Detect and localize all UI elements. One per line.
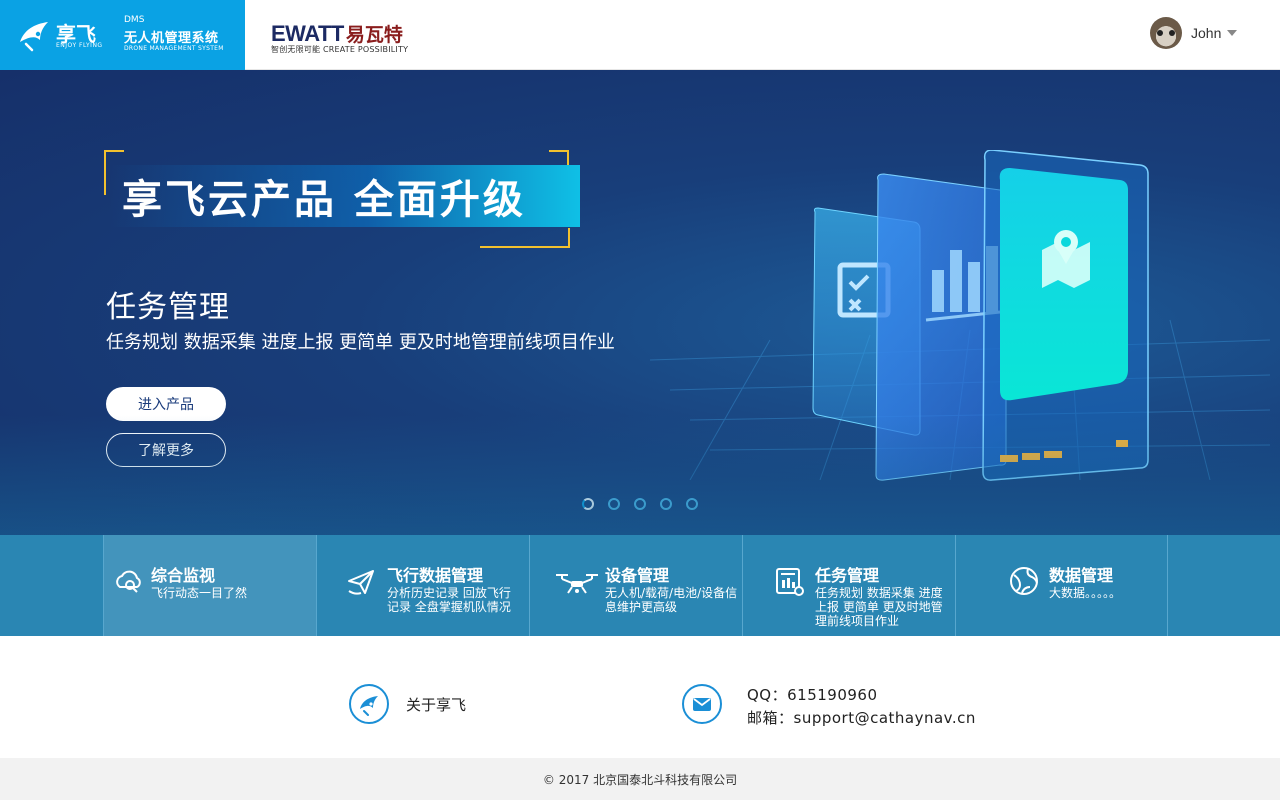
hero-title-text: 享飞云产品 全面升级 [122, 177, 526, 223]
hero-description: 任务规划 数据采集 进度上报 更简单 更及时地管理前线项目作业 [106, 332, 615, 353]
feature-description: 飞行动态一目了然 [151, 586, 248, 600]
about-link[interactable]: 关于享飞 [406, 694, 466, 715]
carousel-dot[interactable] [608, 498, 620, 510]
user-menu[interactable]: John [1150, 16, 1238, 50]
feature-title: 数据管理 [1049, 566, 1114, 585]
system-name: 无人机管理系统 [124, 31, 219, 46]
qq-contact: QQ：615190960 [747, 686, 878, 704]
carousel-dot[interactable] [582, 498, 594, 510]
hero-title: 享飞云产品 全面升级 [110, 165, 580, 227]
bird-logo-icon [360, 696, 378, 716]
email-contact[interactable]: 邮箱：support@cathaynav.cn [747, 707, 976, 728]
partner-slogan: 智创无限可能 CREATE POSSIBILITY [271, 45, 409, 54]
drone-icon [556, 574, 598, 594]
task-management-illustration [812, 150, 1149, 481]
carousel-dot[interactable] [660, 498, 672, 510]
top-header: 享飞 ENJOY FLYING DMS 无人机管理系统 DRONE MANAGE… [0, 0, 1280, 70]
feature-item-monitoring[interactable]: 综合监视 飞行动态一目了然 [103, 535, 316, 636]
carousel-indicators [582, 498, 698, 510]
system-english: DRONE MANAGEMENT SYSTEM [124, 45, 224, 52]
feature-item-data[interactable]: 数据管理 大数据。。。。。 [955, 535, 1168, 636]
task-chart-icon [776, 568, 804, 596]
feature-description: 分析历史记录 回放飞行记录 全盘掌握机队情况 [387, 586, 511, 614]
feature-description: 大数据。。。。。 [1049, 586, 1122, 600]
carousel-dot[interactable] [686, 498, 698, 510]
feature-title: 飞行数据管理 [387, 566, 484, 585]
carousel-dot[interactable] [634, 498, 646, 510]
feature-item-task[interactable]: 任务管理 任务规划 数据采集 进度上报 更简单 更及时地管理前线项目作业 [742, 535, 955, 636]
contact-section: 关于享飞 QQ：615190960 邮箱：support@cathaynav.c… [0, 636, 1280, 758]
feature-description: 任务规划 数据采集 进度上报 更简单 更及时地管理前线项目作业 [815, 586, 943, 628]
feature-bar: 综合监视 飞行动态一目了然 飞行数据管理 分析历史记录 回放飞行记录 全盘掌握机… [0, 535, 1280, 636]
footer-copyright: © 2017 北京国泰北斗科技有限公司 [0, 758, 1280, 800]
chevron-down-icon[interactable] [1227, 30, 1238, 36]
brand-logo-block[interactable]: 享飞 ENJOY FLYING DMS 无人机管理系统 DRONE MANAGE… [0, 0, 245, 70]
feature-item-device[interactable]: 设备管理 无人机/载荷/电池/设备信息维护更高级 [529, 535, 742, 636]
feature-title: 综合监视 [151, 566, 216, 585]
hero-subtitle: 任务管理 [106, 290, 230, 325]
feature-description: 无人机/载荷/电池/设备信息维护更高级 [605, 586, 738, 614]
title-frame-corner [480, 228, 570, 248]
paper-plane-icon [348, 570, 374, 595]
learn-more-button[interactable]: 了解更多 [106, 433, 226, 467]
partner-logo: EWATT 易瓦特 [271, 20, 403, 47]
hero-banner: 享飞云产品 全面升级 任务管理 任务规划 数据采集 进度上报 更简单 更及时地管… [0, 70, 1280, 535]
email-icon [682, 684, 722, 724]
user-name[interactable]: John [1191, 25, 1221, 41]
cloud-monitor-icon [116, 570, 141, 593]
partner-name-cn: 易瓦特 [345, 24, 403, 46]
globe-icon [1010, 567, 1038, 595]
enter-product-button[interactable]: 进入产品 [106, 387, 226, 421]
feature-title: 任务管理 [815, 566, 880, 585]
partner-name-en: EWATT [271, 21, 344, 46]
feature-title: 设备管理 [605, 566, 670, 585]
about-logo-icon[interactable] [349, 684, 389, 724]
feature-item-flight-data[interactable]: 飞行数据管理 分析历史记录 回放飞行记录 全盘掌握机队情况 [316, 535, 529, 636]
brand-english: ENJOY FLYING [56, 42, 103, 49]
avatar[interactable] [1150, 17, 1182, 49]
bird-logo-icon [20, 22, 48, 52]
dms-tag: DMS [124, 15, 145, 25]
